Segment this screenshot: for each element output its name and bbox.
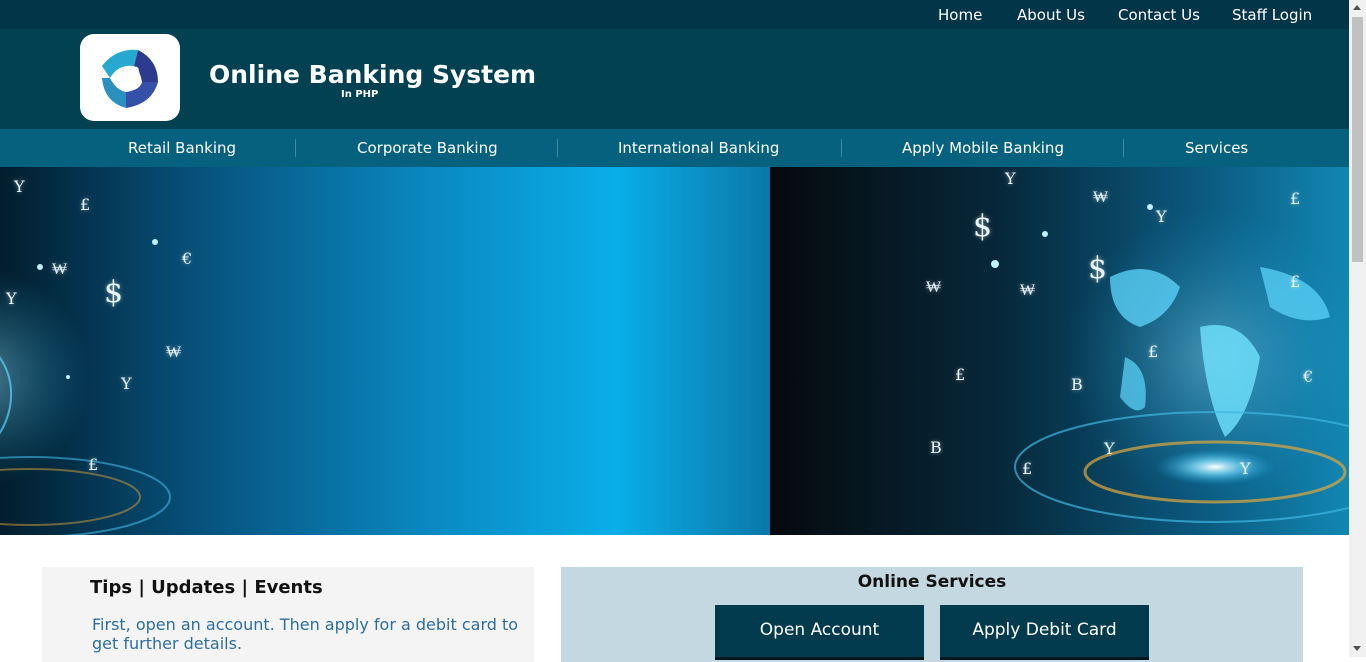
banner-graphics bbox=[0, 204, 1349, 535]
currency-symbol: £ bbox=[1290, 189, 1301, 208]
apply-debit-card-button[interactable]: Apply Debit Card bbox=[940, 605, 1149, 660]
tips-title: Tips | Updates | Events bbox=[90, 577, 323, 598]
currency-symbol: B bbox=[1071, 375, 1083, 394]
nav-home-link[interactable]: Home bbox=[938, 6, 982, 24]
site-title: Online Banking System bbox=[209, 60, 537, 89]
nav-divider bbox=[1123, 139, 1124, 157]
currency-symbol: $ bbox=[104, 275, 124, 310]
currency-symbol: £ bbox=[1148, 342, 1159, 361]
page-scrollbar[interactable] bbox=[1349, 0, 1366, 657]
currency-symbol: Y bbox=[6, 289, 17, 308]
open-account-button[interactable]: Open Account bbox=[715, 605, 924, 660]
currency-symbol: £ bbox=[88, 455, 99, 474]
currency-symbol: ₩ bbox=[166, 342, 182, 361]
bank-logo-icon bbox=[102, 49, 158, 108]
currency-symbol: £ bbox=[1290, 272, 1301, 291]
nav-staff-login-link[interactable]: Staff Login bbox=[1232, 6, 1312, 24]
currency-symbol: B bbox=[930, 438, 942, 457]
currency-symbol: £ bbox=[1022, 459, 1033, 478]
tips-panel: Tips | Updates | Events First, open an a… bbox=[42, 567, 534, 662]
scroll-down-arrow-icon[interactable] bbox=[1353, 646, 1361, 651]
nav-international-banking[interactable]: International Banking bbox=[618, 139, 779, 157]
nav-services[interactable]: Services bbox=[1185, 139, 1248, 157]
nav-divider bbox=[295, 139, 296, 157]
currency-symbol: Y bbox=[1240, 459, 1251, 478]
currency-symbol: Y bbox=[121, 374, 132, 393]
scroll-up-arrow-icon[interactable] bbox=[1353, 5, 1361, 10]
nav-apply-mobile-banking[interactable]: Apply Mobile Banking bbox=[902, 139, 1064, 157]
tips-body: First, open an account. Then apply for a… bbox=[92, 615, 519, 653]
nav-divider bbox=[557, 139, 558, 157]
main-nav: Retail Banking Corporate Banking Interna… bbox=[0, 129, 1349, 167]
currency-symbol: Y bbox=[14, 177, 25, 196]
scrollbar-thumb[interactable] bbox=[1352, 17, 1363, 262]
currency-symbol: € bbox=[1303, 367, 1314, 386]
currency-symbol: £ bbox=[955, 365, 966, 384]
site-subtitle: In PHP bbox=[341, 89, 379, 100]
site-logo[interactable] bbox=[80, 34, 180, 121]
currency-symbol: ₩ bbox=[52, 259, 68, 278]
currency-symbol: ₩ bbox=[926, 277, 942, 296]
currency-symbol: £ bbox=[80, 195, 91, 214]
online-services-panel: Online Services Open Account Apply Debit… bbox=[561, 567, 1303, 662]
nav-divider bbox=[841, 139, 842, 157]
nav-retail-banking[interactable]: Retail Banking bbox=[128, 139, 236, 157]
currency-symbol: Y bbox=[1005, 169, 1016, 188]
currency-symbol: $ bbox=[973, 209, 993, 244]
site-header: Online Banking System In PHP bbox=[0, 29, 1349, 129]
nav-about-link[interactable]: About Us bbox=[1017, 6, 1085, 24]
nav-contact-link[interactable]: Contact Us bbox=[1118, 6, 1200, 24]
hero-banner: Y £ € $ ₩ Y ₩ Y £ Y $ ₩ Y £ ₩ ₩ $ £ £ B … bbox=[0, 167, 1349, 535]
currency-symbol: € bbox=[182, 249, 193, 268]
currency-symbol: $ bbox=[1088, 251, 1108, 286]
currency-symbol: ₩ bbox=[1093, 187, 1109, 206]
currency-symbol: ₩ bbox=[1020, 280, 1036, 299]
nav-corporate-banking[interactable]: Corporate Banking bbox=[357, 139, 498, 157]
top-bar: Home About Us Contact Us Staff Login bbox=[0, 0, 1349, 29]
services-title: Online Services bbox=[857, 572, 1007, 592]
currency-symbol: Y bbox=[1156, 207, 1167, 226]
currency-symbol: Y bbox=[1104, 439, 1115, 458]
